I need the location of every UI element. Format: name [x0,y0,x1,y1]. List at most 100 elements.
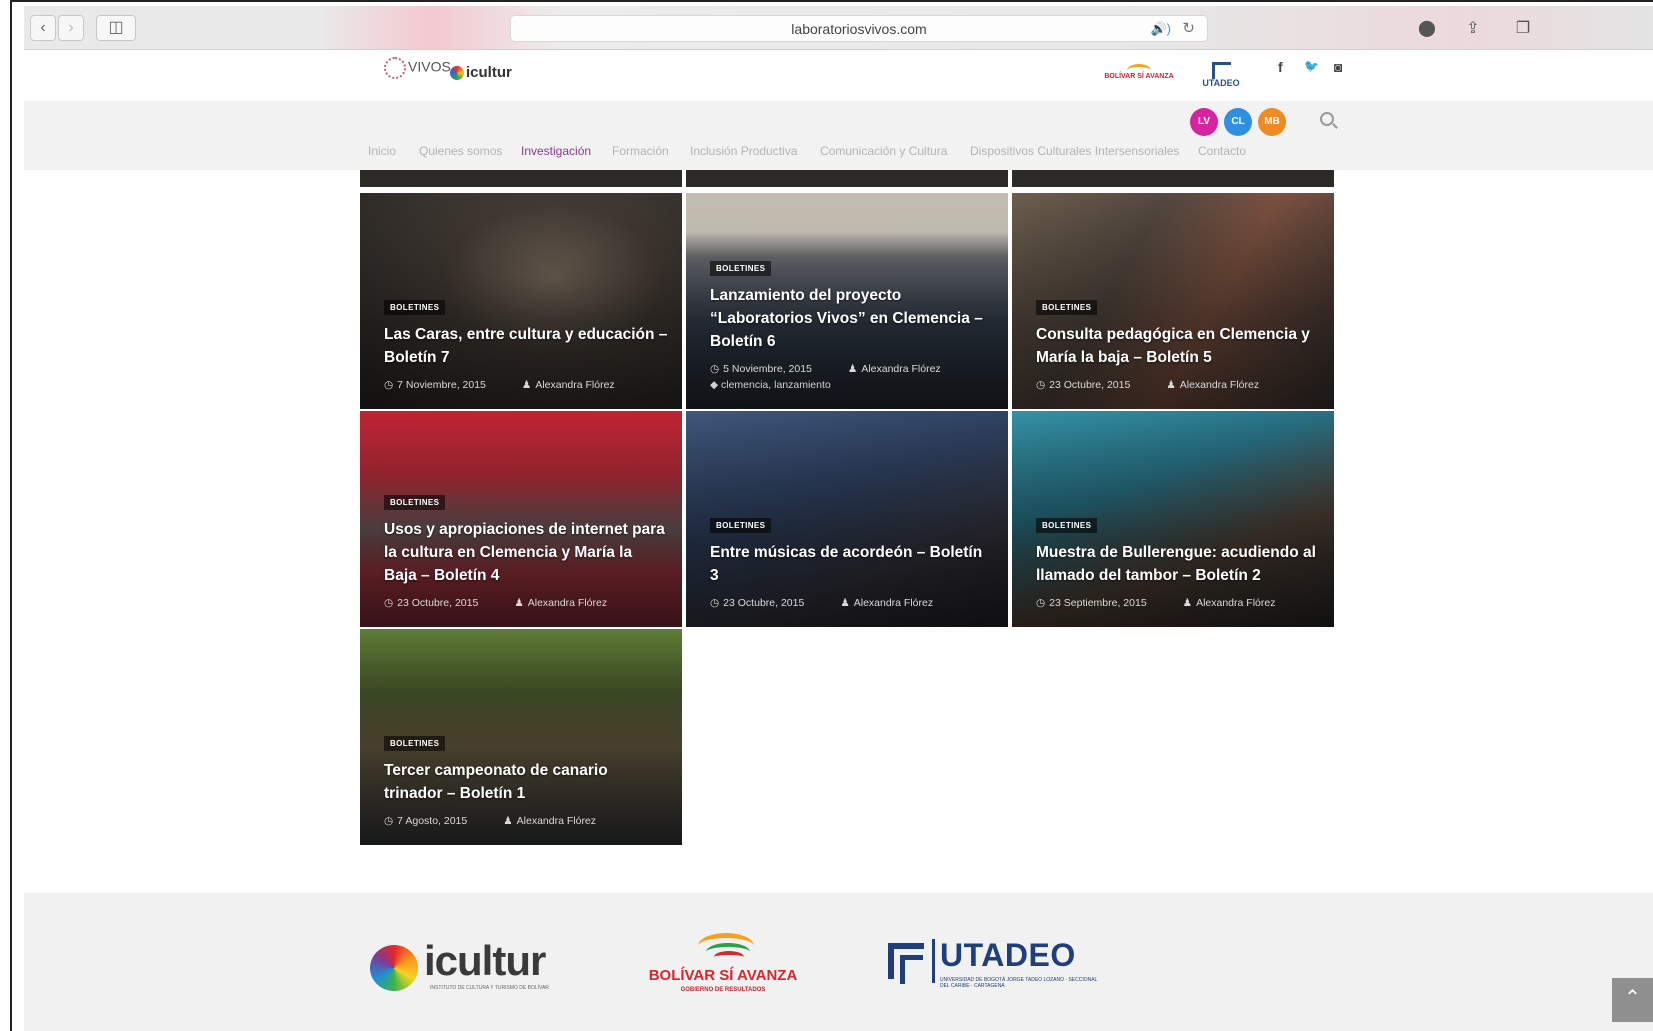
tabs-overview-icon[interactable]: ❐ [1510,17,1536,41]
post-title[interactable]: Las Caras, entre cultura y educación – B… [384,323,668,369]
post-meta: ◷ 23 Octubre, 2015 ♟ Alexandra Flórez [1036,379,1320,391]
category-badge[interactable]: BOLETINES [1036,518,1098,533]
post-author[interactable]: ♟ Alexandra Flórez [1183,597,1294,609]
lang-circle-cl[interactable]: CL [1224,108,1252,136]
post-author[interactable]: ♟ Alexandra Flórez [1166,379,1277,391]
icultur-tagline: INSTITUTO DE CULTURA Y TURISMO DE BOLÍVA… [430,985,549,991]
category-badge[interactable]: BOLETINES [710,261,772,276]
browser-toolbar: ‹ › ◫ laboratoriosvivos.com 🔊) ↻ ⬤ ⇪ ❐ [24,6,1653,50]
post-author[interactable]: ♟ Alexandra Flórez [840,597,951,609]
lang-circle-lv[interactable]: LV [1190,108,1218,136]
utadeo-header-logo[interactable]: UTADEO [1198,59,1244,93]
nav-item-dispositivos-culturales-intersensoriales[interactable]: Dispositivos Culturales Intersensoriales [970,144,1179,158]
twitter-icon[interactable]: 🐦 [1304,59,1319,73]
icultur-header-logo[interactable]: icultur [450,64,512,81]
post-content: BOLETINES Las Caras, entre cultura y educ… [384,297,668,391]
post-meta: ◷ 23 Octubre, 2015 ♟ Alexandra Flórez [384,597,668,609]
scroll-to-top-button[interactable]: ⌃ [1612,978,1653,1022]
category-badge[interactable]: BOLETINES [1036,300,1098,315]
post-title[interactable]: Lanzamiento del proyecto “Laboratorios V… [710,284,994,353]
address-bar[interactable]: laboratoriosvivos.com 🔊) ↻ [510,15,1208,42]
category-badge[interactable]: BOLETINES [710,518,772,533]
post-content: BOLETINES Consulta pedagógica en Clemenci… [1036,297,1320,391]
post-card[interactable]: BOLETINES Muestra de Bullerengue: acudien… [1012,411,1334,627]
clock-icon: ◷ [384,379,394,391]
post-card[interactable]: BOLETINES Lanzamiento del proyecto “Labor… [686,193,1008,409]
main-navigation: LV CL MB Inicio Quienes somos Investigación F… [24,101,1653,170]
post-content: BOLETINES Entre músicas de acordeón – Bol… [710,515,994,609]
post-title[interactable]: Muestra de Bullerengue: acudiendo al lla… [1036,541,1320,587]
post-card[interactable]: BOLETINES Usos y apropiaciones de interne… [360,411,682,627]
user-icon: ♟ [840,597,850,609]
post-title[interactable]: Entre músicas de acordeón – Boletín 3 [710,541,994,587]
post-title[interactable]: Consulta pedagógica en Clemencia y María… [1036,323,1320,369]
utadeo-footer-logo[interactable]: UTADEO UNIVERSIDAD DE BOGOTÁ JORGE TADEO… [888,937,1108,995]
post-meta: ◷ 5 Noviembre, 2015 ♟ Alexandra Flórez [710,363,994,375]
share-icon[interactable]: ⇪ [1460,17,1486,41]
facebook-icon[interactable]: f [1278,59,1283,75]
bolivar-tagline: GOBIERNO DE RESULTADOS [680,987,766,993]
post-author[interactable]: ♟ Alexandra Flórez [514,597,625,609]
nav-item-contacto[interactable]: Contacto [1198,144,1246,158]
post-author[interactable]: ♟ Alexandra Flórez [503,815,614,827]
post-title[interactable]: Usos y apropiaciones de internet para la… [384,518,668,587]
laboratorios-vivos-logo[interactable]: VIVOS [384,57,451,79]
post-date: ◷ 23 Octubre, 2015 [1036,379,1148,391]
icultur-footer-logo[interactable]: icultur INSTITUTO DE CULTURA Y TURISMO D… [370,937,560,997]
utadeo-tagline: UNIVERSIDAD DE BOGOTÁ JORGE TADEO LOZANO… [940,977,1098,989]
category-badge[interactable]: BOLETINES [384,736,446,751]
post-author[interactable]: ♟ Alexandra Flórez [848,363,959,375]
user-icon: ♟ [503,815,513,827]
post-author-text: Alexandra Flórez [527,597,608,609]
reload-icon[interactable]: ↻ [1182,16,1195,42]
sidebar-toggle-button[interactable]: ◫ [96,15,136,41]
post-content: BOLETINES Muestra de Bullerengue: acudien… [1036,515,1320,609]
post-tags[interactable]: ◆ clemencia, lanzamiento [710,379,994,391]
icultur-mark-icon [450,66,464,81]
post-meta: ◷ 23 Septiembre, 2015 ♟ Alexandra Flórez [1036,597,1320,609]
nav-item-comunicación-y-cultura[interactable]: Comunicación y Cultura [820,144,947,158]
nav-item-quienes-somos[interactable]: Quienes somos [419,144,502,158]
post-author[interactable]: ♟ Alexandra Flórez [522,379,633,391]
category-badge[interactable]: BOLETINES [384,495,446,510]
bolivar-header-logo[interactable]: BOLÍVAR SÍ AVANZA [1099,59,1179,95]
clock-icon: ◷ [710,363,720,375]
instagram-icon[interactable]: ◙ [1334,59,1342,75]
nav-item-formación[interactable]: Formación [612,144,669,158]
post-date-text: 7 Noviembre, 2015 [397,379,486,391]
nav-item-investigación[interactable]: Investigación [521,144,591,158]
downloads-icon[interactable]: ⬤ [1414,17,1440,41]
post-tags-text: clemencia, lanzamiento [721,379,831,391]
category-badge[interactable]: BOLETINES [384,300,446,315]
clock-icon: ◷ [384,815,394,827]
forward-button[interactable]: › [58,15,84,41]
post-date-text: 23 Septiembre, 2015 [1049,597,1147,609]
post-date: ◷ 23 Septiembre, 2015 [1036,597,1165,609]
post-author-text: Alexandra Flórez [861,363,941,375]
bolivar-footer-logo[interactable]: BOLÍVAR SÍ AVANZA GOBIERNO DE RESULTADOS [648,933,798,997]
lang-circle-mb[interactable]: MB [1258,108,1286,136]
post-date-text: 5 Noviembre, 2015 [723,363,812,375]
clock-icon: ◷ [1036,379,1046,391]
nav-item-inicio[interactable]: Inicio [368,144,396,158]
tag-icon: ◆ [710,379,719,391]
search-icon[interactable] [1320,112,1334,126]
post-date-text: 23 Octubre, 2015 [723,597,805,609]
post-content: BOLETINES Tercer campeonato de canario tr… [384,733,668,827]
post-card[interactable]: BOLETINES Consulta pedagógica en Clemenci… [1012,193,1334,409]
post-date-text: 23 Octubre, 2015 [397,597,479,609]
utadeo-divider [932,939,935,983]
post-card[interactable]: BOLETINES Entre músicas de acordeón – Bol… [686,411,1008,627]
post-title[interactable]: Tercer campeonato de canario trinador – … [384,759,668,805]
cut-off-card-edge [1012,170,1334,187]
nav-item-inclusión-productiva[interactable]: Inclusión Productiva [690,144,797,158]
utadeo-wordmark: UTADEO [940,937,1076,973]
post-card[interactable]: BOLETINES Tercer campeonato de canario tr… [360,629,682,845]
post-card[interactable]: BOLETINES Las Caras, entre cultura y educ… [360,193,682,409]
cut-off-card-edge [686,170,1008,187]
back-button[interactable]: ‹ [30,15,56,41]
utadeo-mark-icon [888,943,924,984]
audio-icon[interactable]: 🔊) [1150,16,1171,42]
post-content: BOLETINES Usos y apropiaciones de interne… [384,492,668,609]
vivos-logo-text: VIVOS [408,58,451,75]
